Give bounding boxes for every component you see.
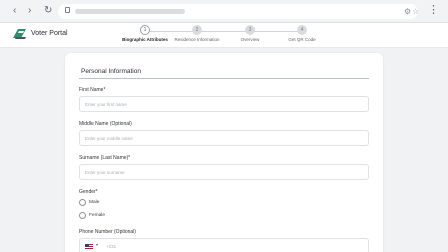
ballot-logo-icon: [13, 29, 26, 39]
step-label: Get QR Code: [288, 37, 316, 42]
personal-info-card: Personal Information First Name* Enter y…: [65, 53, 383, 252]
radio-button[interactable]: [79, 212, 86, 219]
middle-name-field[interactable]: Enter your middle name: [79, 130, 369, 146]
dial-code: +231: [106, 244, 117, 249]
phone-field[interactable]: ▾ +231: [79, 238, 369, 252]
gender-label: Gender*: [79, 189, 98, 195]
back-arrow-icon[interactable]: ‹: [13, 5, 16, 17]
first-name-field[interactable]: Enter your first name: [79, 96, 369, 112]
reload-icon[interactable]: ↻: [44, 5, 52, 17]
radio-button[interactable]: [79, 199, 86, 206]
radio-label: Female: [89, 213, 105, 218]
step-number: 1: [140, 25, 150, 35]
surname-label: Surname (Last Name)*: [79, 155, 131, 161]
browser-toolbar: ‹ › ↻ ⚙ ☆ ⋮: [0, 0, 448, 23]
step-qr-code[interactable]: 4 Get QR Code: [267, 25, 337, 42]
surname-field[interactable]: Enter your surname: [79, 164, 369, 180]
lock-icon: [65, 7, 70, 13]
middle-name-label: Middle Name (Optional): [79, 121, 132, 127]
step-number: 2: [192, 25, 202, 35]
surname-placeholder: Enter your surname: [85, 170, 125, 175]
first-name-label: First Name*: [79, 87, 106, 93]
settings-icon[interactable]: ⚙: [404, 6, 411, 17]
us-flag-icon[interactable]: [85, 244, 93, 250]
radio-label: Male: [89, 200, 100, 205]
first-name-placeholder: Enter your first name: [85, 102, 127, 107]
forward-arrow-icon[interactable]: ›: [28, 5, 31, 17]
phone-label: Phone Number (Optional): [79, 229, 136, 235]
bookmark-star-icon[interactable]: ☆: [412, 6, 419, 17]
step-number: 3: [245, 25, 255, 35]
brand-title: Voter Portal: [31, 30, 68, 37]
app-header: Voter Portal 1 Biographic Attributes 2 R…: [0, 23, 448, 48]
url-text: [75, 9, 185, 14]
middle-name-placeholder: Enter your middle name: [85, 136, 133, 141]
step-number: 4: [297, 25, 307, 35]
chevron-down-icon[interactable]: ▾: [96, 242, 98, 247]
address-bar[interactable]: ⚙ ☆: [58, 4, 419, 19]
browser-menu-icon[interactable]: ⋮: [428, 4, 439, 16]
section-divider: [79, 78, 369, 79]
section-title: Personal Information: [81, 68, 141, 75]
